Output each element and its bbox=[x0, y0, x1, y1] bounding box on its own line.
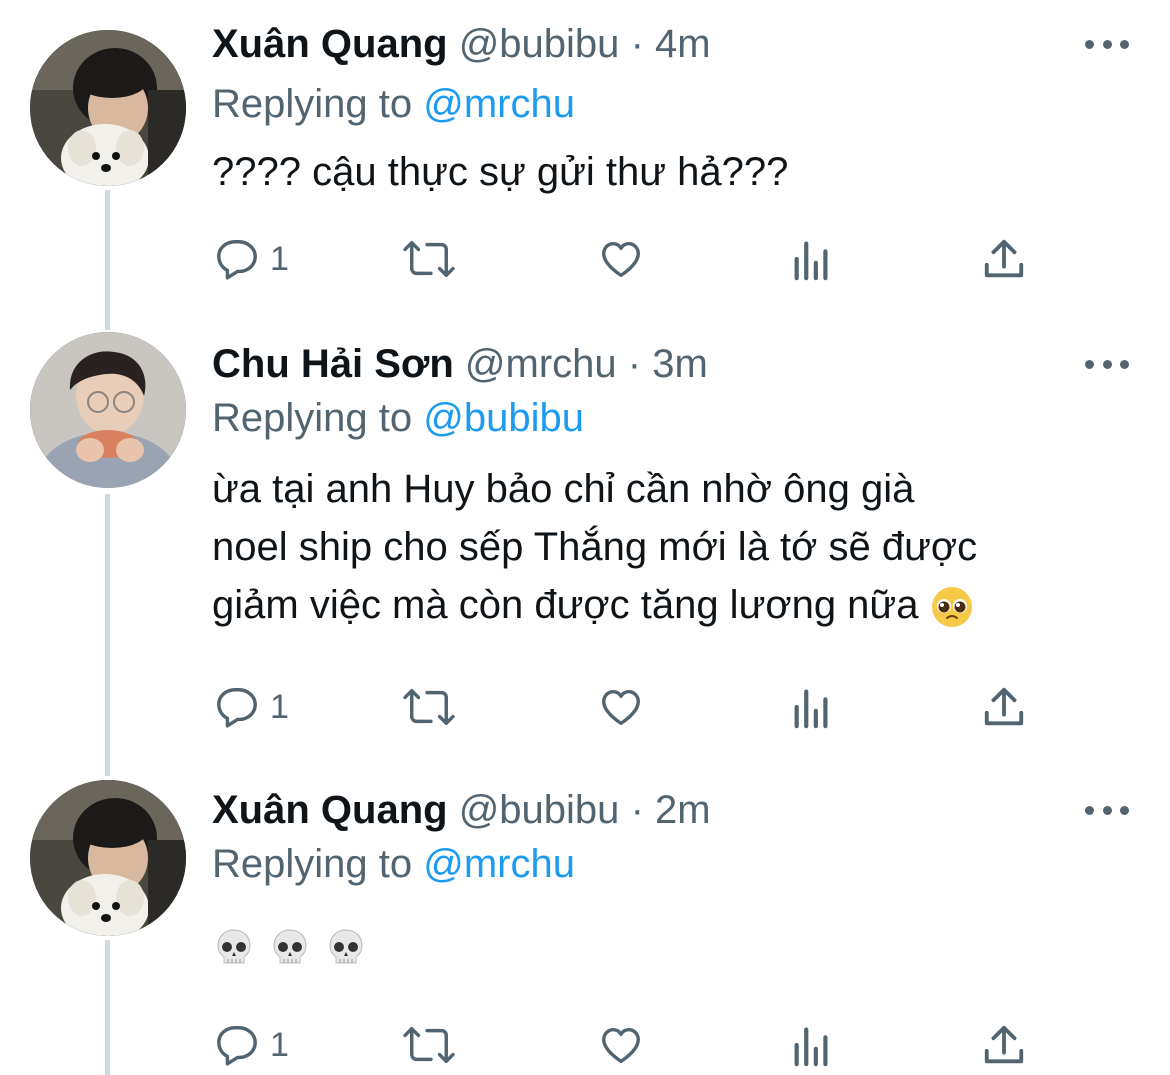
mention-link[interactable]: @mrchu bbox=[423, 82, 575, 126]
retweet-button[interactable] bbox=[402, 1020, 456, 1070]
skull-emoji bbox=[273, 929, 307, 964]
replying-to-label: Replying to bbox=[212, 842, 413, 886]
reply-button[interactable]: 1 bbox=[214, 1020, 289, 1070]
tweet-actions: 1 bbox=[0, 682, 1170, 732]
display-name[interactable]: Xuân Quang bbox=[212, 22, 448, 66]
analytics-icon bbox=[794, 689, 828, 729]
like-icon bbox=[602, 1027, 640, 1064]
timestamp[interactable]: 4m bbox=[655, 22, 711, 66]
replying-to: Replying to @bubibu bbox=[212, 388, 584, 448]
tweet-header: Xuân Quang @bubibu · 2m bbox=[212, 780, 711, 840]
tweet-actions: 1 bbox=[0, 234, 1170, 284]
share-button[interactable] bbox=[982, 1020, 1026, 1070]
reply-count: 1 bbox=[270, 688, 289, 726]
reply-button[interactable]: 1 bbox=[214, 682, 289, 732]
tweet-text: ???? cậu thực sự gửi thư hả??? bbox=[212, 150, 789, 194]
mention-link[interactable]: @mrchu bbox=[423, 842, 575, 886]
username[interactable]: @mrchu bbox=[465, 342, 617, 386]
tweet-header: Chu Hải Sơn @mrchu · 3m bbox=[212, 334, 708, 394]
share-button[interactable] bbox=[982, 234, 1026, 284]
analytics-icon bbox=[794, 1027, 828, 1067]
tweet[interactable]: Xuân Quang @bubibu · 2m Replying to @mrc… bbox=[0, 780, 1170, 1075]
more-icon[interactable] bbox=[1085, 34, 1129, 54]
skull-emoji bbox=[217, 929, 251, 964]
like-button[interactable] bbox=[598, 682, 644, 732]
tweet-text-line: ừa tại anh Huy bảo chỉ cần nhờ ông già bbox=[212, 467, 915, 511]
share-icon bbox=[984, 239, 1024, 278]
replying-to: Replying to @mrchu bbox=[212, 74, 575, 134]
separator: · bbox=[627, 342, 642, 386]
username[interactable]: @bubibu bbox=[459, 788, 620, 832]
retweet-button[interactable] bbox=[402, 234, 456, 284]
analytics-button[interactable] bbox=[792, 682, 832, 732]
retweet-icon bbox=[403, 688, 455, 726]
timestamp[interactable]: 3m bbox=[652, 342, 708, 386]
more-icon[interactable] bbox=[1085, 354, 1129, 374]
retweet-button[interactable] bbox=[402, 682, 456, 732]
tweet[interactable]: Xuân Quang @bubibu · 4m Replying to @mrc… bbox=[0, 14, 1170, 314]
tweet-header: Xuân Quang @bubibu · 4m bbox=[212, 14, 711, 74]
separator: · bbox=[630, 22, 644, 66]
share-icon bbox=[984, 1025, 1024, 1064]
share-button[interactable] bbox=[982, 682, 1026, 732]
avatar[interactable] bbox=[30, 30, 186, 186]
username[interactable]: @bubibu bbox=[459, 22, 620, 66]
tweet-text: ừa tại anh Huy bảo chỉ cần nhờ ông già n… bbox=[212, 460, 1142, 634]
mention-link[interactable]: @bubibu bbox=[423, 396, 584, 440]
tweet-text-line: giảm việc mà còn được tăng lương nữa bbox=[212, 576, 1142, 634]
avatar[interactable] bbox=[30, 780, 186, 936]
replying-to-label: Replying to bbox=[212, 396, 413, 440]
retweet-icon bbox=[403, 1026, 455, 1064]
display-name[interactable]: Chu Hải Sơn bbox=[212, 342, 454, 386]
pleading-face-emoji bbox=[931, 587, 972, 628]
reply-count: 1 bbox=[270, 1026, 289, 1064]
like-button[interactable] bbox=[598, 234, 644, 284]
avatar[interactable] bbox=[30, 332, 186, 488]
separator: · bbox=[630, 788, 644, 832]
replying-to-label: Replying to bbox=[212, 82, 413, 126]
timestamp[interactable]: 2m bbox=[655, 788, 711, 832]
skull-emoji bbox=[329, 929, 363, 964]
more-icon[interactable] bbox=[1085, 800, 1129, 820]
tweet-emojis bbox=[212, 926, 368, 970]
like-icon bbox=[602, 241, 640, 278]
analytics-button[interactable] bbox=[792, 1020, 832, 1070]
share-icon bbox=[984, 687, 1024, 726]
replying-to: Replying to @mrchu bbox=[212, 834, 575, 894]
reply-icon bbox=[217, 688, 257, 728]
tweet-text-line: noel ship cho sếp Thắng mới là tớ sẽ đượ… bbox=[212, 525, 978, 569]
retweet-icon bbox=[403, 240, 455, 278]
tweet-actions: 1 bbox=[0, 1020, 1170, 1070]
reply-icon bbox=[217, 1026, 257, 1066]
reply-button[interactable]: 1 bbox=[214, 234, 289, 284]
analytics-button[interactable] bbox=[792, 234, 832, 284]
display-name[interactable]: Xuân Quang bbox=[212, 788, 448, 832]
analytics-icon bbox=[794, 241, 828, 281]
tweet[interactable]: Chu Hải Sơn @mrchu · 3m Replying to @bub… bbox=[0, 332, 1170, 752]
like-icon bbox=[602, 689, 640, 726]
reply-count: 1 bbox=[270, 240, 289, 278]
like-button[interactable] bbox=[598, 1020, 644, 1070]
reply-icon bbox=[217, 240, 257, 280]
